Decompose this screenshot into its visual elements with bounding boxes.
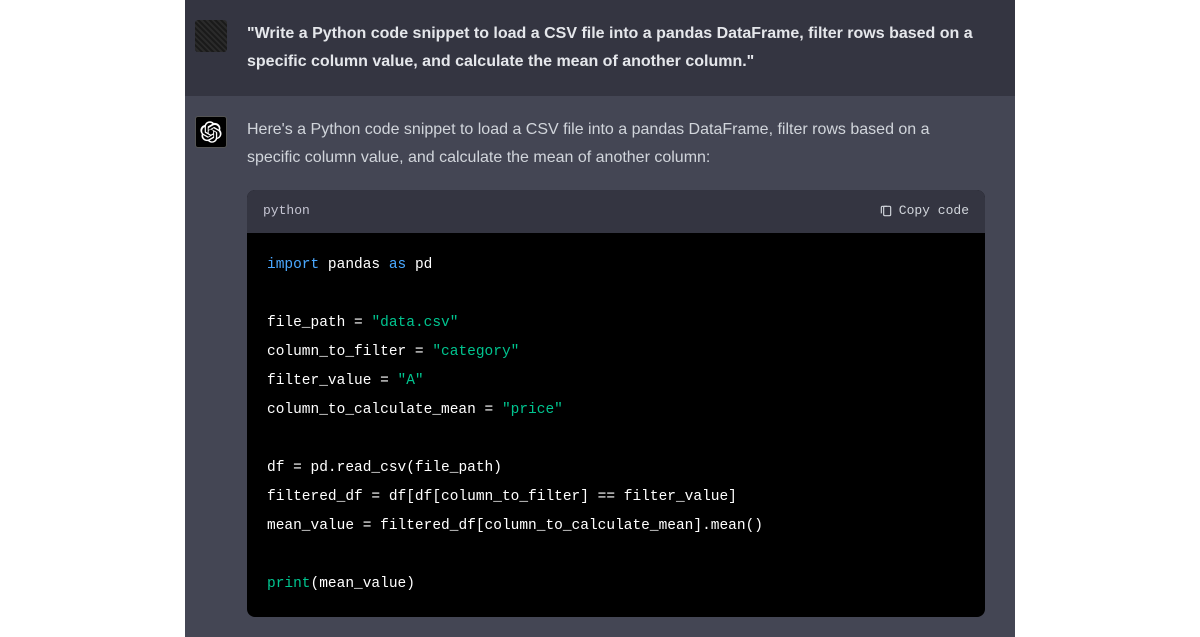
code-token: = bbox=[371, 373, 397, 389]
code-token: "A" bbox=[398, 373, 424, 389]
code-token: filter_value bbox=[267, 373, 371, 389]
code-token: filtered_df bbox=[267, 489, 363, 505]
code-token: pd.read_csv(file_path) bbox=[311, 460, 502, 476]
code-token: = bbox=[406, 344, 432, 360]
clipboard-icon bbox=[879, 204, 893, 218]
code-token: column_to_filter bbox=[267, 344, 406, 360]
code-token: filtered_df[column_to_calculate_mean].me… bbox=[380, 518, 763, 534]
code-block: python Copy code import pandas as pd fil… bbox=[247, 190, 985, 617]
code-token: "price" bbox=[502, 402, 563, 418]
assistant-message-row: Here's a Python code snippet to load a C… bbox=[185, 96, 1015, 637]
user-message-text: "Write a Python code snippet to load a C… bbox=[247, 25, 973, 70]
code-language-label: python bbox=[263, 200, 310, 223]
code-token: "data.csv" bbox=[371, 315, 458, 331]
code-token: "category" bbox=[432, 344, 519, 360]
openai-logo-icon bbox=[200, 121, 222, 143]
code-token: column_to_calculate_mean bbox=[267, 402, 476, 418]
code-token: = bbox=[354, 518, 380, 534]
code-token: df bbox=[267, 460, 284, 476]
copy-code-label: Copy code bbox=[899, 200, 969, 223]
assistant-message-content: Here's a Python code snippet to load a C… bbox=[247, 116, 985, 617]
assistant-intro-text: Here's a Python code snippet to load a C… bbox=[247, 116, 985, 172]
code-token: pandas bbox=[328, 257, 380, 273]
code-token: mean_value bbox=[267, 518, 354, 534]
code-header: python Copy code bbox=[247, 190, 985, 233]
code-token: print bbox=[267, 576, 311, 592]
code-token: import bbox=[267, 257, 319, 273]
code-token: = bbox=[345, 315, 371, 331]
assistant-avatar bbox=[195, 116, 227, 148]
code-token: df[df[column_to_filter] == filter_value] bbox=[389, 489, 737, 505]
code-token: = bbox=[284, 460, 310, 476]
code-body[interactable]: import pandas as pd file_path = "data.cs… bbox=[247, 233, 985, 617]
code-token: file_path bbox=[267, 315, 345, 331]
code-token: = bbox=[476, 402, 502, 418]
copy-code-button[interactable]: Copy code bbox=[879, 200, 969, 223]
code-token: (mean_value) bbox=[311, 576, 415, 592]
chat-container: "Write a Python code snippet to load a C… bbox=[185, 0, 1015, 637]
user-avatar bbox=[195, 20, 227, 52]
code-token: = bbox=[363, 489, 389, 505]
user-message-row: "Write a Python code snippet to load a C… bbox=[185, 0, 1015, 96]
code-token: pd bbox=[415, 257, 432, 273]
code-token: as bbox=[389, 257, 406, 273]
user-message-content: "Write a Python code snippet to load a C… bbox=[247, 20, 985, 76]
